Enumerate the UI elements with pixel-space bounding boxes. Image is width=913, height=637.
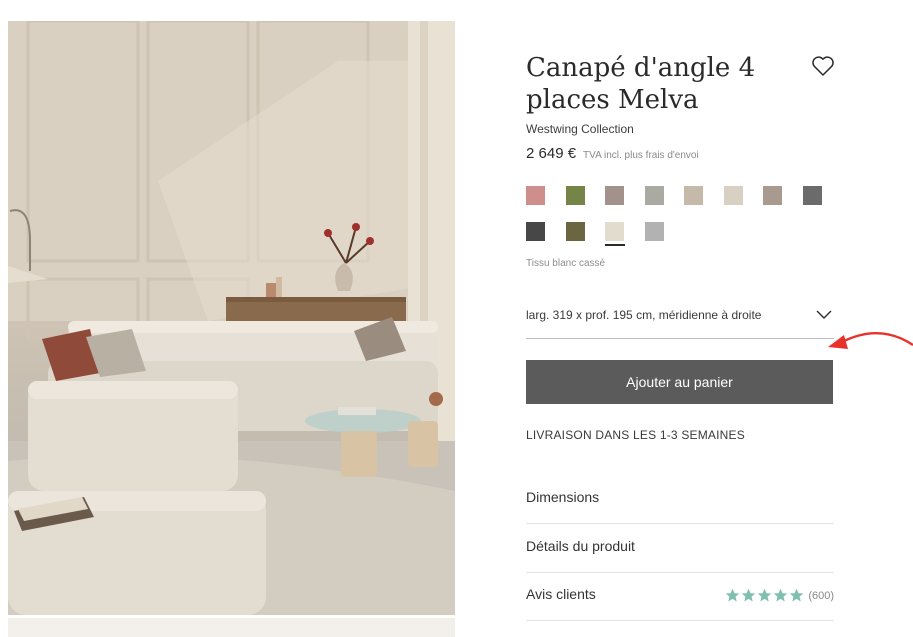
image-bottom-strip: [8, 618, 455, 637]
chevron-down-icon: [816, 310, 832, 319]
color-swatch[interactable]: [565, 186, 585, 205]
color-swatch[interactable]: [526, 186, 545, 205]
color-swatch[interactable]: [723, 186, 743, 205]
accordion-label: Dimensions: [526, 489, 600, 505]
product-title: Canapé d'angle 4 places Melva: [526, 53, 756, 115]
color-swatch[interactable]: [605, 222, 624, 241]
brand-link[interactable]: Westwing Collection: [526, 122, 634, 136]
product-image[interactable]: [8, 21, 455, 615]
price-row: 2 649 € TVA incl. plus frais d'envoi: [526, 145, 699, 162]
color-swatch[interactable]: [565, 222, 585, 241]
star-icon: [742, 588, 756, 602]
accordion-dimensions[interactable]: Dimensions: [526, 475, 834, 524]
product-photo-illustration: [8, 21, 455, 615]
color-swatch[interactable]: [763, 186, 782, 205]
annotation-arrow-icon: [828, 332, 913, 349]
accordion-reviews[interactable]: Avis clients (600): [526, 572, 834, 621]
accordion-label: Détails du produit: [526, 538, 635, 554]
color-swatch[interactable]: [802, 186, 822, 205]
dimension-select-value: larg. 319 x prof. 195 cm, méridienne à d…: [526, 308, 762, 322]
add-to-cart-button[interactable]: Ajouter au panier: [526, 360, 833, 404]
star-icon: [758, 588, 772, 602]
heart-outline-icon[interactable]: [811, 55, 835, 77]
color-swatch[interactable]: [684, 186, 703, 205]
star-icon: [790, 588, 804, 602]
delivery-info: LIVRAISON DANS LES 1-3 SEMAINES: [526, 428, 745, 442]
star-icon: [726, 588, 740, 602]
vat-note: TVA incl. plus frais d'envoi: [583, 150, 699, 161]
color-swatch[interactable]: [605, 186, 624, 205]
selected-swatch-indicator: [605, 244, 625, 246]
color-swatch[interactable]: [644, 222, 664, 241]
star-icon: [774, 588, 788, 602]
color-swatch[interactable]: [526, 222, 545, 241]
dimension-select[interactable]: larg. 319 x prof. 195 cm, méridienne à d…: [526, 302, 834, 339]
rating-stars: (600): [725, 588, 834, 603]
color-swatch[interactable]: [644, 186, 664, 205]
selected-color-label: Tissu blanc cassé: [526, 258, 606, 269]
review-count: (600): [808, 589, 834, 602]
accordion-label: Avis clients: [526, 586, 596, 602]
price: 2 649 €: [526, 145, 577, 162]
accordion-product-details[interactable]: Détails du produit: [526, 524, 834, 573]
